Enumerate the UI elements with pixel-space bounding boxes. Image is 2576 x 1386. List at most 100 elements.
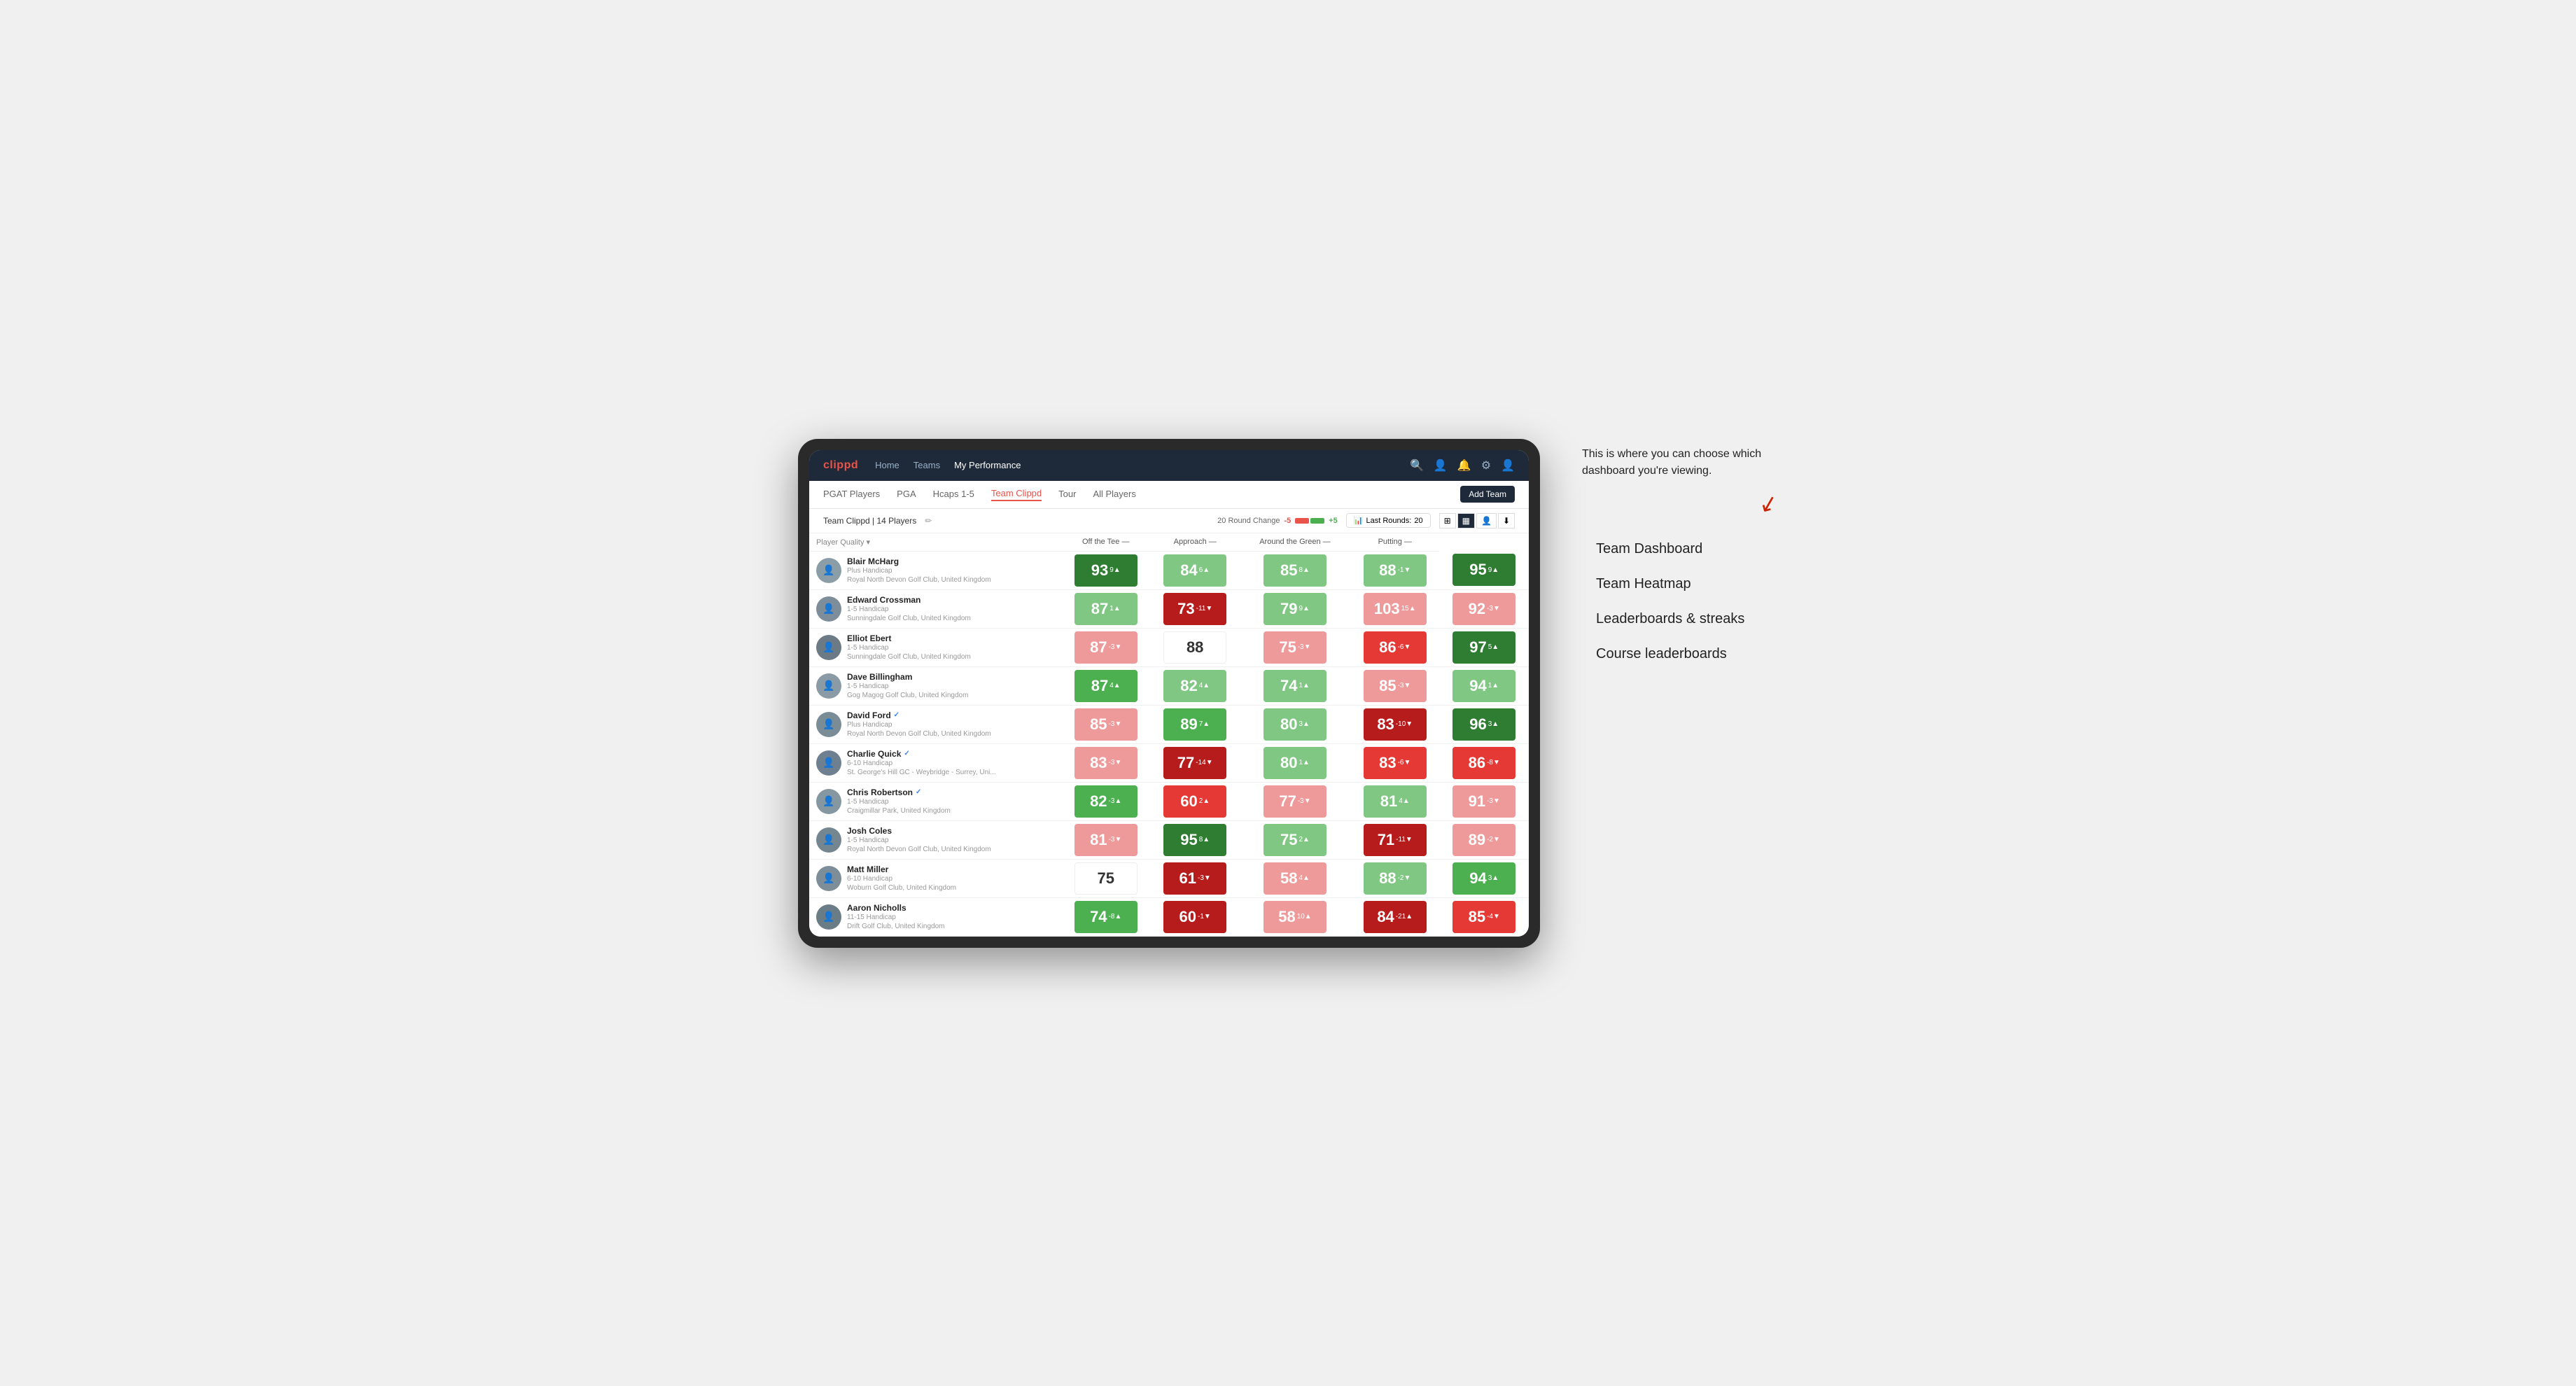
score-box[interactable]: 897▲ xyxy=(1163,708,1226,741)
settings-icon[interactable]: ⚙ xyxy=(1481,458,1491,472)
score-box[interactable]: 602▲ xyxy=(1163,785,1226,818)
view-person-button[interactable]: 👤 xyxy=(1476,513,1497,528)
score-box[interactable]: 88-2▼ xyxy=(1364,862,1427,895)
bell-icon[interactable]: 🔔 xyxy=(1457,458,1471,472)
nav-teams[interactable]: Teams xyxy=(913,460,940,470)
score-delta: 1▲ xyxy=(1298,759,1309,766)
subnav-all-players[interactable]: All Players xyxy=(1093,489,1135,500)
score-box[interactable]: 814▲ xyxy=(1364,785,1427,818)
score-box[interactable]: 741▲ xyxy=(1264,670,1326,702)
score-box[interactable]: 86-6▼ xyxy=(1364,631,1427,664)
tablet-screen: clippd Home Teams My Performance 🔍 👤 🔔 ⚙… xyxy=(809,450,1529,937)
score-box[interactable]: 84-21▲ xyxy=(1364,901,1427,933)
subnav-hcaps[interactable]: Hcaps 1-5 xyxy=(933,489,974,500)
score-box[interactable]: 584▲ xyxy=(1264,862,1326,895)
score-cell: 846▲ xyxy=(1150,551,1239,589)
score-cell: 963▲ xyxy=(1439,705,1529,743)
score-box[interactable]: 858▲ xyxy=(1264,554,1326,587)
score-box[interactable]: 10315▲ xyxy=(1364,593,1427,625)
view-heat-button[interactable]: ▦ xyxy=(1457,513,1475,528)
score-box[interactable]: 799▲ xyxy=(1264,593,1326,625)
nav-my-performance[interactable]: My Performance xyxy=(954,460,1021,470)
score-box[interactable]: 85-4▼ xyxy=(1452,901,1516,933)
table-row[interactable]: 👤Elliot Ebert1-5 HandicapSunningdale Gol… xyxy=(809,628,1529,666)
score-box[interactable]: 941▲ xyxy=(1452,670,1516,702)
table-row[interactable]: 👤David Ford✓Plus HandicapRoyal North Dev… xyxy=(809,705,1529,743)
score-value: 81 xyxy=(1090,831,1107,849)
score-box[interactable]: 87-3▼ xyxy=(1074,631,1138,664)
score-delta: 1▲ xyxy=(1298,682,1309,690)
score-box[interactable]: 89-2▼ xyxy=(1452,824,1516,856)
nav-home[interactable]: Home xyxy=(875,460,899,470)
score-box[interactable]: 874▲ xyxy=(1074,670,1138,702)
team-title: Team Clippd | 14 Players xyxy=(823,516,916,526)
user-icon[interactable]: 👤 xyxy=(1434,458,1448,472)
score-box[interactable]: 871▲ xyxy=(1074,593,1138,625)
score-box[interactable]: 959▲ xyxy=(1452,554,1516,586)
score-box[interactable]: 975▲ xyxy=(1452,631,1516,664)
score-box[interactable]: 77-14▼ xyxy=(1163,747,1226,779)
score-box[interactable]: 5810▲ xyxy=(1264,901,1326,933)
score-box[interactable]: 86-8▼ xyxy=(1452,747,1516,779)
view-download-button[interactable]: ⬇ xyxy=(1498,513,1515,528)
header-putting: Putting — xyxy=(1350,533,1439,552)
avatar-icon[interactable]: 👤 xyxy=(1501,458,1515,472)
table-row[interactable]: 👤Aaron Nicholls11-15 HandicapDrift Golf … xyxy=(809,897,1529,936)
score-box[interactable]: 83-6▼ xyxy=(1364,747,1427,779)
score-box[interactable]: 88 xyxy=(1163,631,1226,664)
score-value: 87 xyxy=(1090,638,1107,657)
score-box[interactable]: 60-1▼ xyxy=(1163,901,1226,933)
table-row[interactable]: 👤Edward Crossman1-5 HandicapSunningdale … xyxy=(809,589,1529,628)
table-row[interactable]: 👤Charlie Quick✓6-10 HandicapSt. George's… xyxy=(809,743,1529,782)
score-box[interactable]: 846▲ xyxy=(1163,554,1226,587)
edit-icon[interactable]: ✏ xyxy=(925,516,932,526)
score-box[interactable]: 958▲ xyxy=(1163,824,1226,856)
score-box[interactable]: 801▲ xyxy=(1264,747,1326,779)
score-cell: 5810▲ xyxy=(1240,897,1350,936)
score-delta: 2▲ xyxy=(1298,836,1309,844)
score-box[interactable]: 61-3▼ xyxy=(1163,862,1226,895)
table-row[interactable]: 👤Blair McHargPlus HandicapRoyal North De… xyxy=(809,551,1529,589)
score-box[interactable]: 83-3▼ xyxy=(1074,747,1138,779)
score-box[interactable]: 75-3▼ xyxy=(1264,631,1326,664)
score-box[interactable]: 85-3▼ xyxy=(1074,708,1138,741)
score-box[interactable]: 77-3▼ xyxy=(1264,785,1326,818)
table-row[interactable]: 👤Dave Billingham1-5 HandicapGog Magog Go… xyxy=(809,666,1529,705)
score-box[interactable]: 74-8▲ xyxy=(1074,901,1138,933)
score-box[interactable]: 81-3▼ xyxy=(1074,824,1138,856)
add-team-button[interactable]: Add Team xyxy=(1460,486,1515,503)
score-box[interactable]: 85-3▼ xyxy=(1364,670,1427,702)
score-box[interactable]: 824▲ xyxy=(1163,670,1226,702)
score-box[interactable]: 82-3▲ xyxy=(1074,785,1138,818)
score-box[interactable]: 83-10▼ xyxy=(1364,708,1427,741)
subnav-team-clippd[interactable]: Team Clippd xyxy=(991,488,1042,501)
score-box[interactable]: 803▲ xyxy=(1264,708,1326,741)
table-row[interactable]: 👤Chris Robertson✓1-5 HandicapCraigmillar… xyxy=(809,782,1529,820)
search-icon[interactable]: 🔍 xyxy=(1410,458,1424,472)
score-box[interactable]: 963▲ xyxy=(1452,708,1516,741)
score-delta: 5▲ xyxy=(1488,643,1499,651)
score-value: 93 xyxy=(1091,561,1108,580)
view-grid-button[interactable]: ⊞ xyxy=(1439,513,1456,528)
score-box[interactable]: 75 xyxy=(1074,862,1138,895)
table-row[interactable]: 👤Matt Miller6-10 HandicapWoburn Golf Clu… xyxy=(809,859,1529,897)
score-box[interactable]: 943▲ xyxy=(1452,862,1516,895)
table-row[interactable]: 👤Josh Coles1-5 HandicapRoyal North Devon… xyxy=(809,820,1529,859)
subnav-pga[interactable]: PGA xyxy=(897,489,916,500)
subnav-pgat[interactable]: PGAT Players xyxy=(823,489,880,500)
last-rounds-button[interactable]: 📊 Last Rounds: 20 xyxy=(1346,513,1431,528)
player-name: Josh Coles xyxy=(847,826,991,836)
score-box[interactable]: 92-3▼ xyxy=(1452,593,1516,625)
score-box[interactable]: 88-1▼ xyxy=(1364,554,1427,587)
avatar: 👤 xyxy=(816,558,841,583)
score-box[interactable]: 91-3▼ xyxy=(1452,785,1516,818)
score-box[interactable]: 752▲ xyxy=(1264,824,1326,856)
player-cell: 👤Josh Coles1-5 HandicapRoyal North Devon… xyxy=(809,822,1061,858)
score-box[interactable]: 939▲ xyxy=(1074,554,1138,587)
score-value: 75 xyxy=(1279,638,1296,657)
subnav-tour[interactable]: Tour xyxy=(1058,489,1076,500)
score-box[interactable]: 71-11▼ xyxy=(1364,824,1427,856)
score-value: 85 xyxy=(1090,715,1107,734)
score-value: 94 xyxy=(1469,677,1486,695)
score-box[interactable]: 73-11▼ xyxy=(1163,593,1226,625)
